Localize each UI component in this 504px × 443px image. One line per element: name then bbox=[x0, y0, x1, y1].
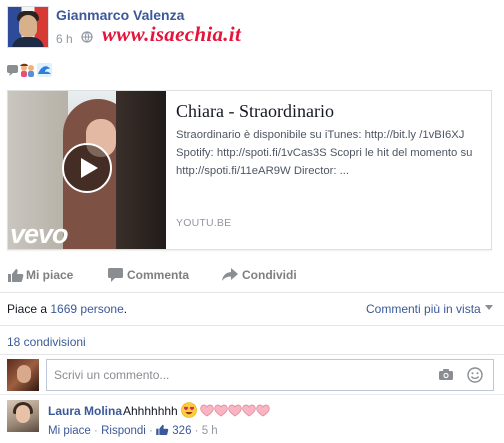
post-author-name[interactable]: Gianmarco Valenza bbox=[56, 7, 184, 23]
heart-icon bbox=[200, 404, 214, 417]
like-button[interactable]: Mi piace bbox=[26, 268, 73, 282]
divider bbox=[0, 394, 504, 395]
link-card-title[interactable]: Chiara - Straordinario bbox=[176, 101, 334, 122]
link-preview-card[interactable]: vevo Chiara - Straordinario Straordinari… bbox=[7, 90, 492, 250]
globe-icon[interactable] bbox=[81, 31, 93, 43]
comment-input[interactable]: Scrivi un commento... bbox=[54, 368, 169, 382]
comments-sort-dropdown[interactable]: Commenti più in vista bbox=[366, 302, 481, 316]
comment-button[interactable]: Commenta bbox=[127, 268, 189, 282]
comment-author-name[interactable]: Laura Molina bbox=[48, 404, 122, 418]
share-button[interactable]: Condividi bbox=[242, 268, 297, 282]
commenter-avatar[interactable] bbox=[7, 400, 39, 432]
current-user-avatar[interactable] bbox=[7, 359, 39, 391]
comment-text: Ahhhhhhh bbox=[123, 404, 178, 418]
chevron-down-icon[interactable] bbox=[485, 305, 493, 310]
author-avatar[interactable] bbox=[7, 6, 49, 48]
likes-summary: Piace a 1669 persone. bbox=[7, 302, 127, 316]
post-timestamp[interactable]: 6 h bbox=[56, 32, 73, 46]
comment-icon[interactable] bbox=[108, 268, 124, 282]
meta-separator: · bbox=[149, 425, 153, 437]
comment-meta: Mi piace · Rispondi · 326 · 5 h bbox=[48, 424, 218, 437]
comment-time[interactable]: 5 h bbox=[202, 425, 218, 437]
comment-composer[interactable]: Scrivi un commento... bbox=[46, 359, 494, 391]
meta-separator: · bbox=[194, 425, 199, 437]
post-emoji-row bbox=[6, 62, 56, 81]
play-button-icon[interactable] bbox=[62, 143, 112, 193]
heart-eyes-emoji-icon bbox=[181, 402, 197, 418]
heart-icon bbox=[228, 404, 242, 417]
likes-suffix: . bbox=[123, 302, 128, 316]
share-icon[interactable] bbox=[222, 268, 238, 282]
link-card-source: YOUTU.BE bbox=[176, 217, 232, 229]
shares-count-link[interactable]: 18 condivisioni bbox=[7, 335, 86, 349]
heart-icon bbox=[214, 404, 228, 417]
comment-emoji-row bbox=[181, 402, 270, 418]
comment-like-count[interactable]: 326 bbox=[172, 425, 191, 437]
comment-reply-link[interactable]: Rispondi bbox=[101, 425, 146, 437]
heart-icon bbox=[256, 404, 270, 417]
heart-icon bbox=[242, 404, 256, 417]
thumbs-up-icon[interactable] bbox=[8, 268, 24, 282]
speech-bubble-icon bbox=[7, 65, 18, 76]
wave-emoji-icon bbox=[37, 63, 52, 77]
thumbs-up-icon bbox=[156, 424, 169, 435]
likes-prefix: Piace a bbox=[7, 302, 48, 316]
camera-icon[interactable] bbox=[439, 369, 453, 380]
couple-emoji-icon bbox=[20, 63, 34, 77]
video-thumbnail[interactable]: vevo bbox=[8, 91, 166, 249]
emoji-icon[interactable] bbox=[467, 367, 483, 383]
divider bbox=[0, 325, 504, 326]
divider bbox=[0, 354, 504, 355]
site-watermark: www.isaechia.it bbox=[102, 22, 242, 46]
likes-count-link[interactable]: 1669 persone bbox=[50, 302, 123, 316]
divider bbox=[0, 292, 504, 293]
comment-like-link[interactable]: Mi piace bbox=[48, 425, 91, 437]
link-card-description: Straordinario è disponibile su iTunes: h… bbox=[176, 129, 473, 177]
meta-separator: · bbox=[94, 425, 98, 437]
vevo-logo: vevo bbox=[10, 219, 69, 249]
